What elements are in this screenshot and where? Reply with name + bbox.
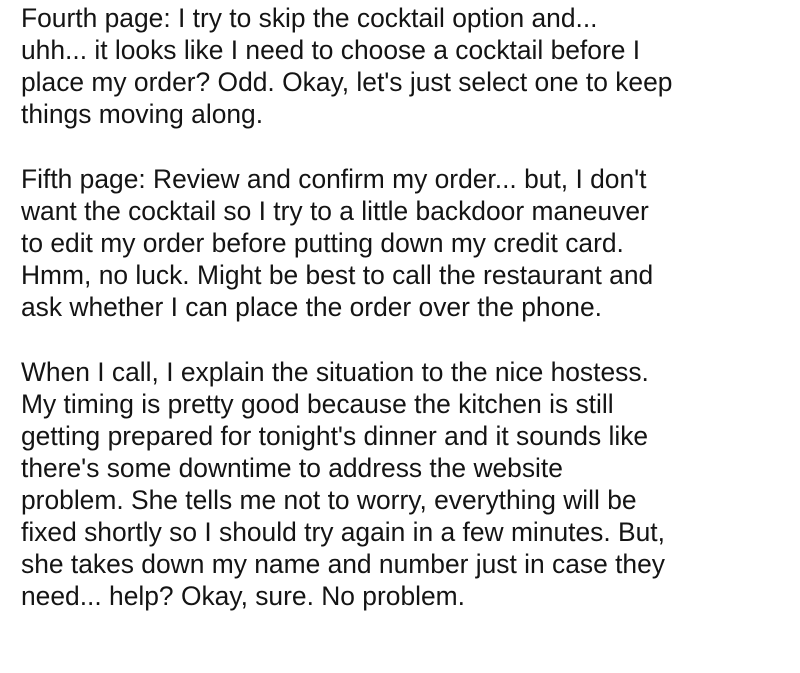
text-line: need... help? Okay, sure. No problem. [21,581,465,611]
paragraph-fourth-page: Fourth page: I try to skip the cocktail … [21,2,796,130]
text-line: things moving along. [21,99,264,129]
text-line: she takes down my name and number just i… [21,549,665,579]
text-line: When I call, I explain the situation to … [21,357,649,387]
text-line: to edit my order before putting down my … [21,228,624,258]
text-line: getting prepared for tonight's dinner an… [21,421,649,451]
text-body: Fourth page: I try to skip the cocktail … [21,2,796,612]
text-line: ask whether I can place the order over t… [21,292,602,322]
text-line: Hmm, no luck. Might be best to call the … [21,260,654,290]
text-line: Fourth page: I try to skip the cocktail … [21,3,598,33]
text-line: fixed shortly so I should try again in a… [21,517,665,547]
text-line: place my order? Odd. Okay, let's just se… [21,67,673,97]
text-line: there's some downtime to address the web… [21,453,563,483]
paragraph-phone-call: When I call, I explain the situation to … [21,356,796,612]
text-line: want the cocktail so I try to a little b… [21,196,649,226]
text-line: problem. She tells me not to worry, ever… [21,485,637,515]
text-line: uhh... it looks like I need to choose a … [21,35,641,65]
text-line: My timing is pretty good because the kit… [21,389,614,419]
text-line: Fifth page: Review and confirm my order.… [21,164,647,194]
paragraph-fifth-page: Fifth page: Review and confirm my order.… [21,163,796,323]
